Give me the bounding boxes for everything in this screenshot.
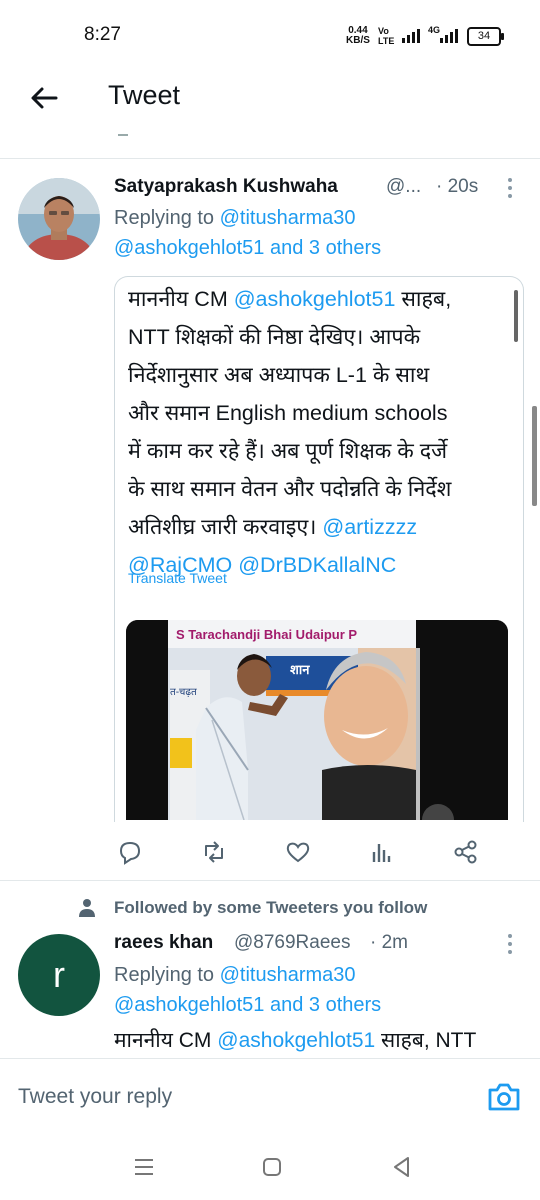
author-handle[interactable]: @...	[386, 176, 421, 198]
divider	[0, 880, 540, 881]
previous-tweet-fragment	[118, 128, 128, 136]
tweet-text: माननीय CM @ashokgehlot51 साहब, NTT शिक्ष…	[128, 280, 508, 584]
author-name[interactable]: raees khan	[114, 932, 213, 954]
tweet-time: · 2m	[370, 932, 408, 953]
menu-icon[interactable]	[134, 1158, 154, 1181]
text-line: माननीय CM @ashokgehlot51 साहब,	[128, 287, 452, 311]
mention-link[interactable]: @DrBDKallalNC	[238, 553, 396, 577]
divider	[0, 158, 540, 159]
like-icon[interactable]	[284, 838, 312, 866]
others-link[interactable]: and 3 others	[270, 994, 381, 1016]
followed-label: Followed by some Tweeters you follow	[114, 898, 428, 917]
page-scrollbar[interactable]	[532, 406, 537, 506]
media-caption: S Tarachandji Bhai Udaipur P	[176, 627, 358, 642]
status-time: 8:27	[84, 24, 121, 45]
mention-link[interactable]: @titusharma30	[220, 964, 356, 986]
text-line: और समान English medium schools	[128, 401, 448, 425]
author-name[interactable]: Satyaprakash Kushwaha	[114, 176, 338, 198]
home-icon[interactable]	[262, 1157, 282, 1182]
volte-indicator: Vo LTE	[378, 26, 395, 46]
replying-to: Replying to @titusharma30	[114, 964, 356, 986]
tweet-text: माननीय CM @ashokgehlot51 साहब, NTT	[114, 1029, 477, 1052]
mention-link[interactable]: @titusharma30	[220, 207, 356, 229]
page-title: Tweet	[108, 80, 181, 110]
reply-icon[interactable]	[116, 838, 144, 866]
app-header	[0, 68, 540, 130]
back-arrow-icon[interactable]	[26, 80, 62, 116]
media-banner-text: शान	[290, 662, 310, 677]
text-line: अतिशीघ्र जारी करवाइए। @artizzzz	[128, 515, 418, 539]
text-line: में काम कर रहे हैं। अब पूर्ण शिक्षक के द…	[128, 439, 448, 463]
avatar-letter: r	[53, 954, 65, 995]
more-icon[interactable]	[507, 934, 513, 956]
replying-others[interactable]: @ashokgehlot51 and 3 others	[114, 994, 381, 1017]
translate-tweet-link[interactable]: Translate Tweet	[128, 570, 227, 586]
avatar[interactable]: r	[18, 934, 100, 1016]
replying-to: Replying to @titusharma30	[114, 207, 356, 229]
network-type: 4G	[428, 25, 441, 35]
scrollbar-thumb[interactable]	[514, 290, 518, 342]
mention-link[interactable]: @ashokgehlot51	[217, 1029, 375, 1052]
replying-others[interactable]: @ashokgehlot51 and 3 others	[114, 237, 381, 260]
mention-link[interactable]: @ashokgehlot51	[234, 287, 396, 311]
back-icon[interactable]	[392, 1156, 412, 1183]
person-icon	[76, 896, 98, 923]
others-link[interactable]: and 3 others	[270, 237, 381, 259]
signal-icon-2	[440, 29, 458, 43]
camera-icon[interactable]	[486, 1080, 522, 1114]
mention-link[interactable]: @ashokgehlot51	[114, 994, 264, 1016]
tweet-media[interactable]	[126, 620, 508, 820]
text-line: निर्देशानुसार अब अध्यापक L-1 के साथ	[128, 363, 430, 387]
analytics-icon[interactable]	[368, 838, 396, 866]
reply-input[interactable]: Tweet your reply	[18, 1085, 172, 1109]
network-speed: 0.44 KB/S	[346, 25, 370, 46]
avatar[interactable]	[18, 178, 100, 260]
mention-link[interactable]: @artizzzz	[322, 515, 417, 539]
share-icon[interactable]	[452, 838, 480, 866]
battery-indicator: 34	[467, 27, 504, 46]
more-icon[interactable]	[507, 178, 513, 200]
status-bar	[0, 0, 540, 68]
mention-link[interactable]: @ashokgehlot51	[114, 237, 264, 259]
author-handle[interactable]: @8769Raees	[234, 932, 350, 954]
retweet-icon[interactable]	[200, 838, 228, 866]
tweet-time: · 20s	[436, 176, 479, 197]
text-line: NTT शिक्षकों की निष्ठा देखिए। आपके	[128, 325, 421, 349]
signal-icon	[402, 29, 420, 43]
media-side-text: त-चढ़त	[170, 687, 197, 698]
text-line: के साथ समान वेतन और पदोन्नति के निर्देश	[128, 477, 452, 501]
